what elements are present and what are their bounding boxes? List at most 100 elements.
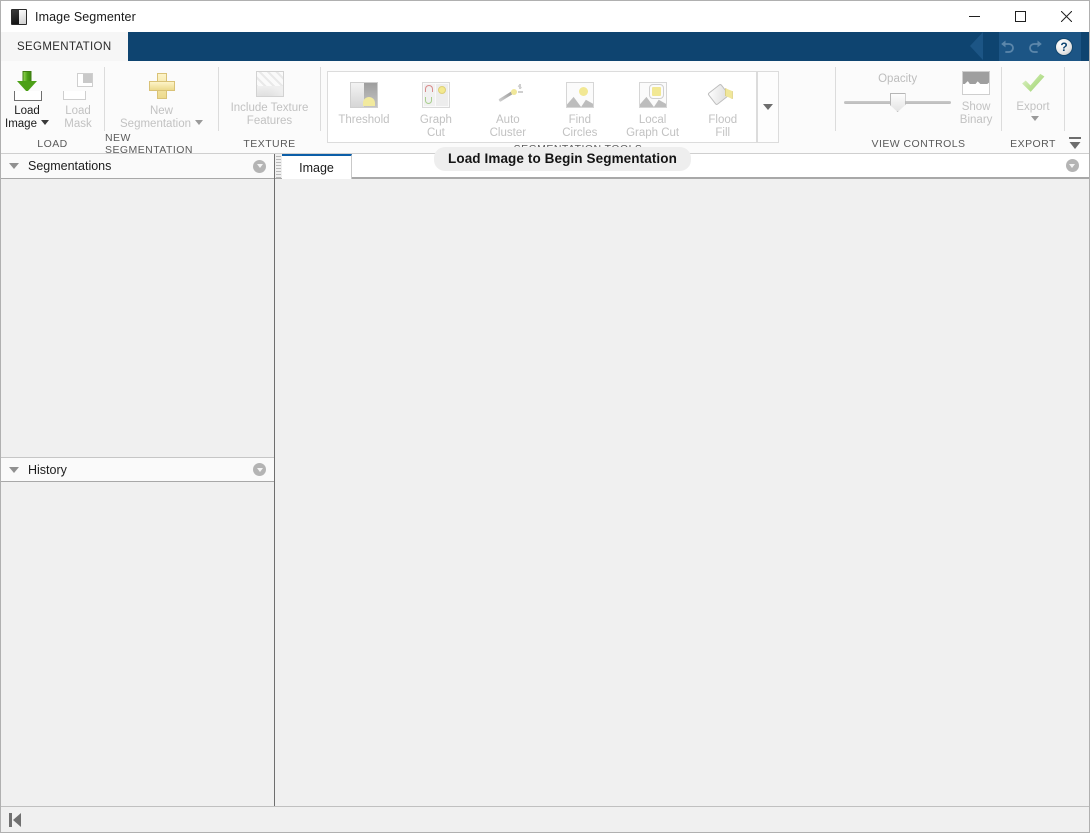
load-image-label-line2: Image [5,118,37,130]
export-caret-icon[interactable] [1031,116,1039,121]
load-mask-button[interactable]: Load Mask [53,67,103,131]
redo-icon[interactable] [1027,38,1044,55]
ribbon-section-new-segmentation-title: NEW SEGMENTATION [105,135,218,153]
new-segmentation-label-line2: Segmentation [120,118,191,130]
quick-access-strip: ? [999,32,1081,61]
load-image-label-line1: Load [14,105,40,117]
window-controls [951,1,1089,32]
chevron-down-icon [763,104,773,110]
quick-access-toolbar: ? [972,32,1089,61]
ribbon-section-load: Load Image Load Mask LOAD [1,61,104,153]
opacity-slider-thumb[interactable] [890,93,906,112]
find-circles-label-line1: Find [569,114,591,126]
auto-cluster-label-line2: Cluster [490,127,526,139]
load-mask-label-line2: Mask [64,118,91,130]
document-area: Image [275,154,1089,806]
close-button[interactable] [1043,1,1089,32]
local-graph-cut-label-line1: Local [639,114,667,126]
opacity-control: Opacity [844,67,951,114]
tab-image-label: Image [299,161,334,175]
load-image-tooltip: Load Image to Begin Segmentation [434,147,691,171]
segmentations-panel-body [1,179,274,457]
texture-label-line2: Features [247,115,292,127]
ribbon-section-export-title: EXPORT [1002,135,1064,153]
ribbon-section-new-segmentation: New Segmentation NEW SEGMENTATION [105,61,218,153]
maximize-button[interactable] [997,1,1043,32]
texture-label-line1: Include Texture [231,102,309,114]
segmentations-panel-header[interactable]: Segmentations [1,154,274,179]
ribbon-divider [1064,67,1065,131]
flood-fill-button[interactable]: Flood Fill [689,78,756,140]
left-sidebar: Segmentations History [1,154,275,806]
graph-cut-label-line2: Cut [427,127,445,139]
ribbon-section-load-title: LOAD [1,135,104,153]
collapse-ribbon-button[interactable] [1066,135,1084,151]
flood-fill-icon [708,82,738,108]
ribbon: Load Image Load Mask LOAD New [1,61,1089,154]
local-graph-cut-label-line2: Graph Cut [626,127,679,139]
export-label: Export [1016,101,1049,113]
local-graph-cut-button[interactable]: Local Graph Cut [616,78,690,140]
segmentations-panel: Segmentations [1,154,274,457]
graph-cut-icon [422,82,450,108]
circles-icon [566,82,594,108]
texture-icon [256,71,284,97]
show-binary-button[interactable]: Show Binary [951,67,1001,127]
history-panel-header[interactable]: History [1,457,274,482]
cluster-icon [493,82,523,108]
tab-segmentation-label: SEGMENTATION [17,41,112,53]
title-bar: Image Segmenter [1,1,1089,32]
flood-fill-label-line2: Fill [715,127,730,139]
tab-segmentation[interactable]: SEGMENTATION [1,32,128,61]
load-image-button[interactable]: Load Image [1,67,53,131]
undo-icon[interactable] [999,38,1016,55]
image-segmenter-window: Image Segmenter SEGMENTATION [0,0,1090,833]
history-panel: History [1,457,274,806]
show-binary-label-line1: Show [962,101,991,113]
include-texture-features-button[interactable]: Include Texture Features [220,67,320,128]
flood-fill-label-line1: Flood [708,114,737,126]
threshold-button[interactable]: Threshold [328,78,400,127]
load-mask-label-line1: Load [65,105,91,117]
collapse-triangle-icon[interactable] [9,467,19,473]
ribbon-tab-strip: SEGMENTATION ? [1,32,1089,61]
history-panel-menu-icon[interactable] [253,463,266,476]
graph-cut-button[interactable]: Graph Cut [400,78,472,140]
find-circles-button[interactable]: Find Circles [544,78,616,140]
export-button[interactable]: Export [1004,67,1062,126]
minimize-button[interactable] [951,1,997,32]
opacity-slider[interactable] [844,92,951,114]
main-body: Segmentations History Image [1,154,1089,806]
export-check-icon [1018,71,1048,97]
show-binary-label-line2: Binary [960,114,993,126]
collapse-triangle-icon[interactable] [9,163,19,169]
collapse-left-panel-icon[interactable] [9,813,25,827]
app-icon [11,9,27,25]
ribbon-section-export: Export EXPORT [1002,61,1064,153]
new-segmentation-button[interactable]: New Segmentation [107,67,217,131]
opacity-label: Opacity [844,73,951,85]
collapse-ribbon-icon [1068,137,1082,150]
quick-access-chevron [972,32,990,61]
auto-cluster-label-line1: Auto [496,114,520,126]
graph-cut-label-line1: Graph [420,114,452,126]
ribbon-section-segmentation-tools: Threshold Graph Cut Aut [321,61,835,153]
window-title: Image Segmenter [35,10,136,24]
help-icon[interactable]: ? [1055,38,1073,56]
load-image-caret-icon[interactable] [41,120,49,125]
ribbon-section-view-controls: Opacity Show Binary VIEW CONTROLS [836,61,1001,153]
segmentations-panel-menu-icon[interactable] [253,160,266,173]
ribbon-section-view-controls-title: VIEW CONTROLS [836,135,1001,153]
image-canvas[interactable] [275,179,1089,806]
document-panel-menu-icon[interactable] [1055,154,1089,178]
tab-image[interactable]: Image [282,154,352,179]
segmentation-tools-overflow-button[interactable] [757,71,779,143]
document-drag-handle[interactable] [275,154,282,178]
status-bar [1,806,1089,832]
load-mask-icon [62,71,94,101]
auto-cluster-button[interactable]: Auto Cluster [472,78,544,140]
ribbon-section-texture: Include Texture Features TEXTURE [219,61,320,153]
local-graph-cut-icon [639,82,667,108]
new-segmentation-caret-icon[interactable] [195,120,203,125]
threshold-icon [350,82,378,108]
